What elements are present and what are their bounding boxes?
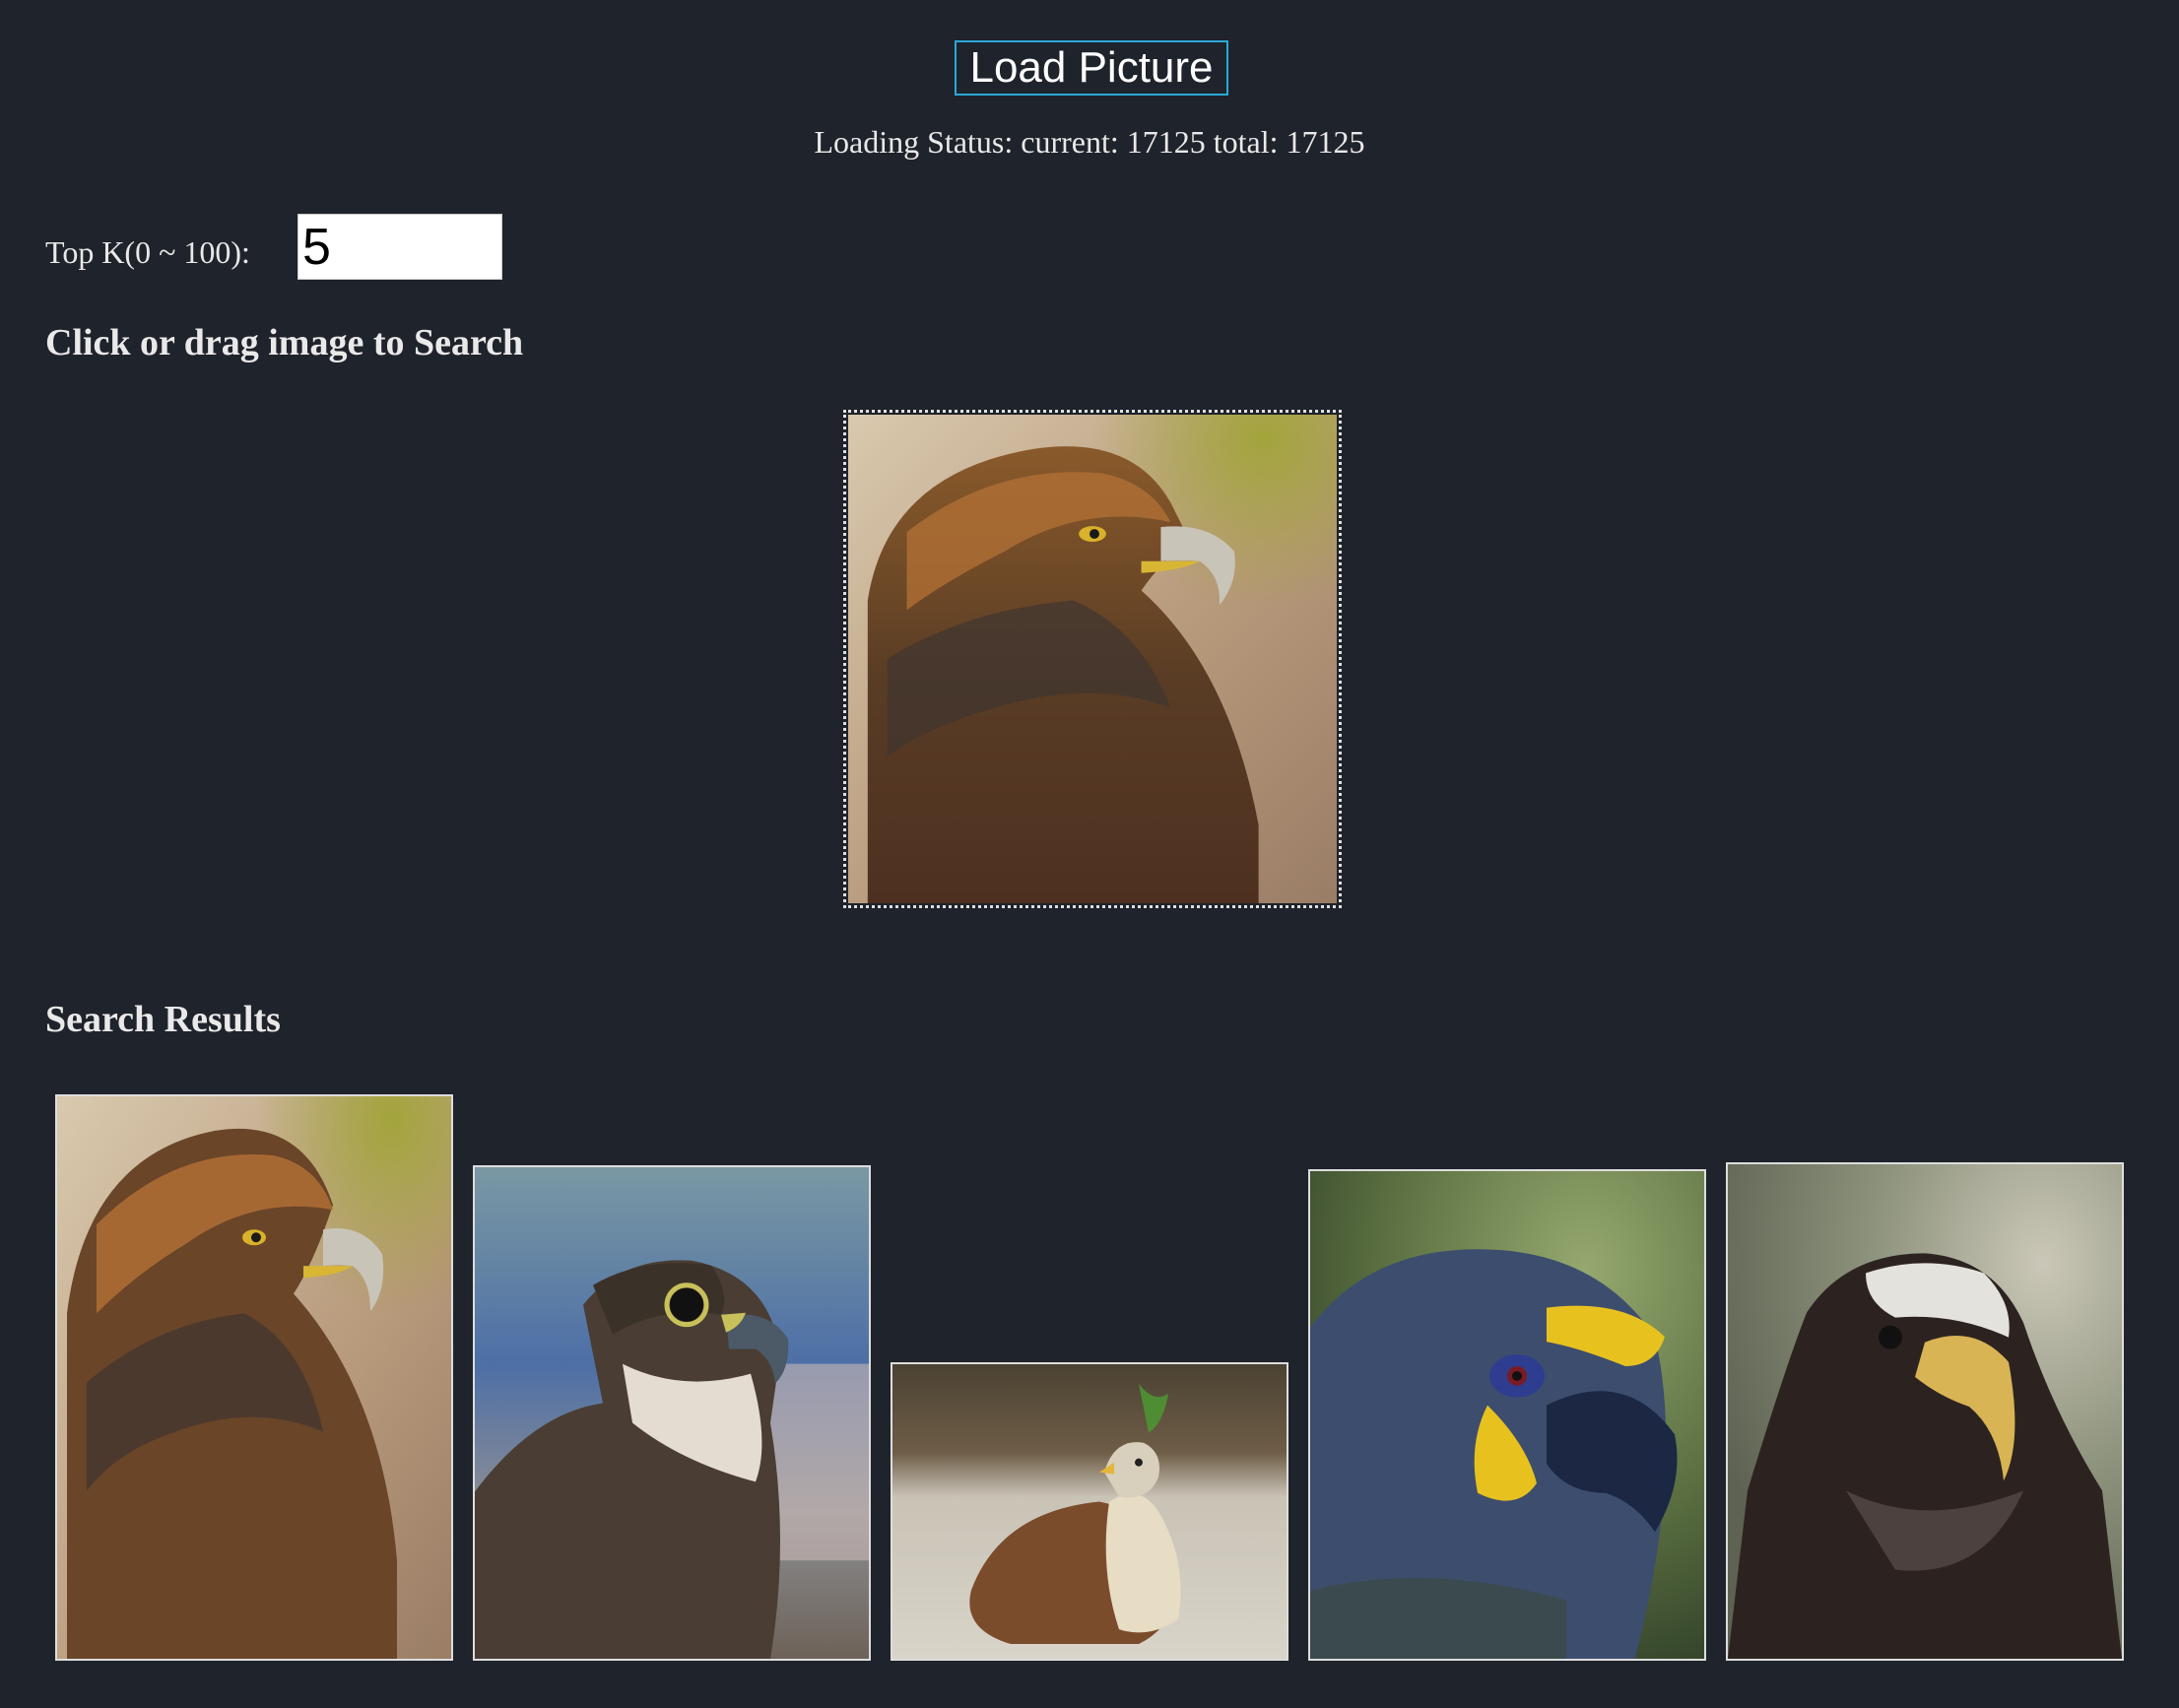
query-image-dropzone[interactable] [843, 410, 1342, 908]
topk-label: Top K(0 ~ 100): [45, 234, 250, 270]
query-eagle-image [848, 415, 1337, 903]
parrot-thumbnail [1310, 1171, 1704, 1659]
result-image-5[interactable] [1726, 1162, 2124, 1661]
topk-input[interactable] [297, 214, 502, 280]
result-image-4[interactable] [1308, 1169, 1706, 1661]
load-picture-button[interactable]: Load Picture [955, 40, 1228, 96]
search-heading: Click or drag image to Search [45, 322, 524, 363]
loading-status: Loading Status: current: 17125 total: 17… [814, 124, 1365, 160]
result-image-3[interactable] [891, 1362, 1288, 1661]
falcon-thumbnail [475, 1167, 869, 1659]
results-heading: Search Results [45, 999, 281, 1040]
eagle-thumbnail [1728, 1164, 2122, 1659]
golden-eagle-thumbnail [57, 1096, 451, 1659]
result-image-2[interactable] [473, 1165, 871, 1661]
result-image-1[interactable] [55, 1094, 453, 1661]
hawk-thumbnail [892, 1364, 1287, 1659]
